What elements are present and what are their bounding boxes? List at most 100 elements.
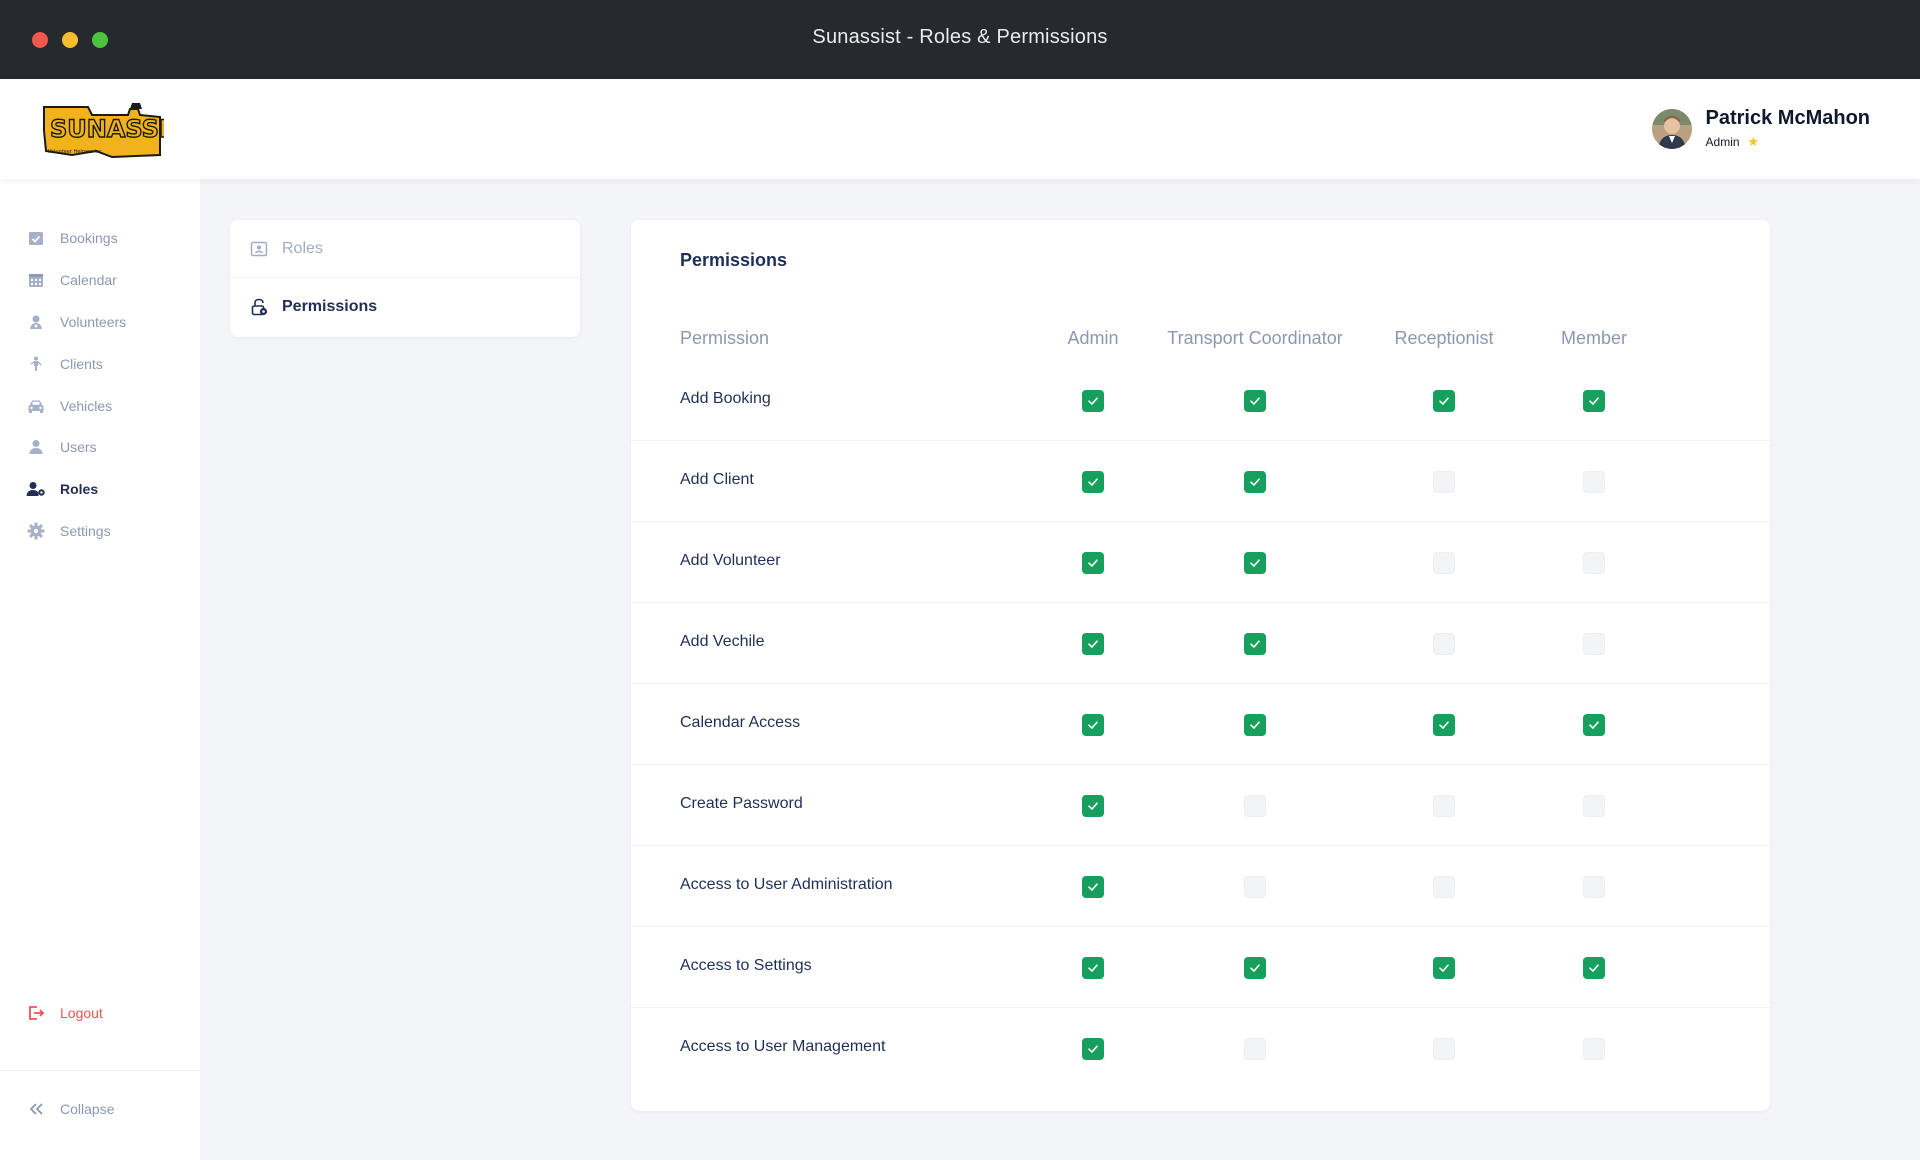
column-header-admin: Admin [1067, 328, 1119, 348]
checkbox-transport-coordinator[interactable] [1244, 714, 1266, 736]
check-icon [1589, 964, 1599, 972]
checkbox-receptionist[interactable] [1433, 633, 1455, 655]
user-menu[interactable]: Patrick McMahon Admin ★ [1651, 107, 1870, 150]
sidebar-item-roles[interactable]: Roles [26, 477, 98, 501]
volunteer-icon [26, 312, 46, 332]
sidebar-item-vehicles[interactable]: Vehicles [26, 394, 112, 418]
sidebar-item-label: Bookings [60, 230, 118, 246]
sidebar-item-label: Users [60, 439, 97, 455]
car-icon [26, 396, 46, 416]
collapse-button[interactable]: Collapse [26, 1097, 114, 1121]
checkbox-member[interactable] [1583, 957, 1605, 979]
user-icon [26, 437, 46, 457]
sidebar-item-label: Volunteers [60, 314, 127, 330]
checkbox-receptionist[interactable] [1433, 1038, 1455, 1060]
checkbox-transport-coordinator[interactable] [1244, 390, 1266, 412]
checkbox-receptionist[interactable] [1433, 795, 1455, 817]
permission-name: Add Client [680, 471, 754, 488]
checkbox-member[interactable] [1583, 1038, 1605, 1060]
user-gear-icon [26, 479, 46, 499]
sidebar-item-calendar[interactable]: Calendar [26, 268, 117, 292]
checkbox-member[interactable] [1583, 552, 1605, 574]
checkbox-admin[interactable] [1082, 714, 1104, 736]
checkbox-member[interactable] [1583, 390, 1605, 412]
checkbox-receptionist[interactable] [1433, 957, 1455, 979]
checkbox-transport-coordinator[interactable] [1244, 876, 1266, 898]
checkbox-admin[interactable] [1082, 390, 1104, 412]
checkbox-transport-coordinator[interactable] [1244, 795, 1266, 817]
window-title: Sunassist - Roles & Permissions [812, 26, 1108, 48]
checkbox-receptionist[interactable] [1433, 390, 1455, 412]
table-row: Create Password [631, 765, 1770, 846]
logout-button[interactable]: Logout [26, 1001, 103, 1025]
permission-name: Add Volunteer [680, 552, 781, 569]
collapse-label: Collapse [60, 1101, 115, 1117]
table-row: Add Vechile [631, 603, 1770, 684]
check-icon [1589, 397, 1599, 405]
svg-text:SUNASSIST: SUNASSIST [50, 115, 164, 143]
user-role-label: Admin [1705, 135, 1740, 149]
permissions-card: Permissions Permission Admin Transport C… [631, 220, 1770, 1111]
user-role: Admin ★ [1706, 134, 1870, 150]
checkbox-member[interactable] [1583, 876, 1605, 898]
app-header: SUNASSIST Volunteer Helpers Inc. Patrick… [0, 79, 1920, 179]
table-row: Add Client [631, 441, 1770, 522]
checkbox-transport-coordinator[interactable] [1244, 633, 1266, 655]
check-icon [1250, 964, 1260, 972]
sidebar-item-volunteers[interactable]: Volunteers [26, 310, 126, 334]
sidebar-item-label: Clients [60, 356, 103, 372]
sidebar: Bookings Calendar Volunteers Clients Veh… [0, 179, 200, 1160]
checkbox-transport-coordinator[interactable] [1244, 957, 1266, 979]
permission-name: Create Password [680, 795, 803, 812]
permission-name: Access to User Administration [680, 876, 893, 893]
calendar-grid-icon [26, 270, 46, 290]
checkbox-admin[interactable] [1082, 1038, 1104, 1060]
check-icon [1088, 964, 1098, 972]
checkbox-admin[interactable] [1082, 552, 1104, 574]
check-icon [1250, 478, 1260, 486]
column-header-permission: Permission [680, 328, 770, 348]
checkbox-transport-coordinator[interactable] [1244, 1038, 1266, 1060]
checkbox-receptionist[interactable] [1433, 714, 1455, 736]
logout-icon [26, 1003, 46, 1023]
checkbox-transport-coordinator[interactable] [1244, 471, 1266, 493]
check-icon [1439, 397, 1449, 405]
checkbox-transport-coordinator[interactable] [1244, 552, 1266, 574]
checkbox-receptionist[interactable] [1433, 552, 1455, 574]
checkbox-member[interactable] [1583, 714, 1605, 736]
logout-label: Logout [60, 1005, 103, 1021]
checkbox-admin[interactable] [1082, 471, 1104, 493]
checkbox-member[interactable] [1583, 471, 1605, 493]
lock-icon [250, 298, 268, 316]
subnav-item-label: Permissions [282, 298, 378, 315]
subnav-item-permissions[interactable]: Permissions [230, 278, 580, 336]
checkbox-receptionist[interactable] [1433, 471, 1455, 493]
check-icon [1439, 721, 1449, 729]
checkbox-admin[interactable] [1082, 876, 1104, 898]
sidebar-item-settings[interactable]: Settings [26, 519, 111, 543]
sidebar-divider [0, 1070, 200, 1071]
id-card-icon [250, 240, 268, 258]
check-icon [1439, 964, 1449, 972]
sunassist-logo[interactable]: SUNASSIST Volunteer Helpers Inc. [42, 101, 203, 161]
checkbox-admin[interactable] [1082, 633, 1104, 655]
sidebar-item-users[interactable]: Users [26, 435, 97, 459]
check-icon [1088, 802, 1098, 810]
check-icon [1088, 883, 1098, 891]
checkbox-member[interactable] [1583, 633, 1605, 655]
check-icon [1250, 721, 1260, 729]
table-row: Add Booking [631, 360, 1770, 441]
checkbox-admin[interactable] [1082, 957, 1104, 979]
subnav-item-roles[interactable]: Roles [230, 220, 580, 278]
checkbox-member[interactable] [1583, 795, 1605, 817]
sidebar-item-bookings[interactable]: Bookings [26, 226, 118, 250]
checkbox-admin[interactable] [1082, 795, 1104, 817]
checkbox-receptionist[interactable] [1433, 876, 1455, 898]
sidebar-item-label: Calendar [60, 272, 117, 288]
table-row: Add Volunteer [631, 522, 1770, 603]
main-content: Roles Permissions Permissions Permission… [200, 179, 1920, 1160]
svg-text:Volunteer Helpers Inc.: Volunteer Helpers Inc. [48, 149, 104, 155]
check-icon [1250, 397, 1260, 405]
sidebar-item-label: Roles [60, 481, 99, 497]
sidebar-item-clients[interactable]: Clients [26, 352, 103, 376]
